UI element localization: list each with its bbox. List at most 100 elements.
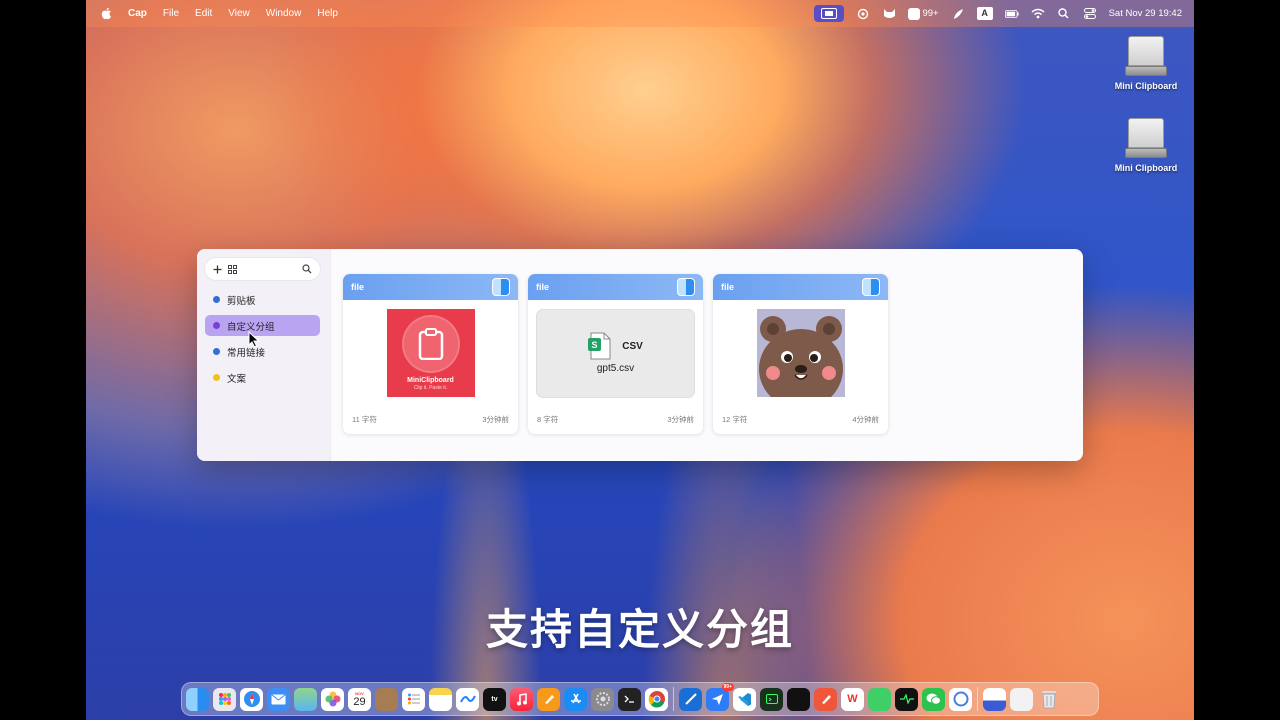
mail-icon[interactable]: [267, 687, 290, 711]
spotlight-search-icon[interactable]: [1057, 8, 1071, 20]
wifi-icon[interactable]: [1031, 8, 1045, 20]
desktop-drive-mini-clipboard-2[interactable]: Mini Clipboard: [1096, 118, 1194, 173]
file-preview: S CSV gpt5.csv: [536, 308, 695, 398]
screenshot-folder-icon[interactable]: [983, 687, 1006, 711]
menu-bar: Cap File Edit View Window Help 99+ A Sat…: [86, 0, 1194, 27]
clip-card[interactable]: file S CSV gpt5.csv 8 字符 3分钟前: [528, 274, 703, 434]
clip-card[interactable]: file MiniClipboard Clip it. Paste it. 11…: [343, 274, 518, 434]
menu-file[interactable]: File: [163, 8, 179, 19]
safari-icon[interactable]: [240, 687, 263, 711]
group-color-dot: [213, 348, 220, 355]
card-footer: 12 字符 4分钟前: [722, 414, 879, 425]
battery-icon[interactable]: [1004, 8, 1019, 20]
sidebar-item-custom-group[interactable]: 自定义分组: [205, 315, 320, 336]
feather-icon[interactable]: [951, 8, 965, 20]
notification-counter[interactable]: 99+: [908, 7, 939, 20]
wps-office-icon[interactable]: W: [841, 687, 864, 711]
svg-text:S: S: [592, 340, 598, 350]
appletv-label: tv: [491, 695, 498, 703]
launchpad-icon[interactable]: [213, 687, 236, 711]
desktop: Cap File Edit View Window Help 99+ A Sat…: [86, 0, 1194, 720]
external-drive-icon: [1125, 118, 1167, 160]
group-color-dot: [213, 322, 220, 329]
file-name: gpt5.csv: [596, 363, 635, 374]
bear-image-thumbnail: [756, 309, 845, 397]
dock: NOV 29 tv 99+ W: [181, 682, 1099, 716]
thumbnail-subtitle: Clip it. Paste it.: [413, 385, 448, 391]
search-icon[interactable]: [302, 264, 312, 274]
group-label: 剪贴板: [227, 295, 256, 307]
group-list: 剪贴板 自定义分组 常用链接 文案: [205, 289, 320, 393]
downloads-stack-icon[interactable]: [1010, 687, 1033, 711]
dock-separator: [977, 687, 978, 711]
menubar-clock[interactable]: Sat Nov 29 19:42: [1109, 8, 1182, 19]
clip-app-icon[interactable]: [868, 687, 891, 711]
calendar-day: 29: [353, 695, 366, 708]
menu-help[interactable]: Help: [317, 8, 338, 19]
openai-icon[interactable]: [856, 8, 870, 20]
apple-tv-icon[interactable]: tv: [483, 687, 506, 711]
desktop-drive-mini-clipboard-1[interactable]: Mini Clipboard: [1096, 36, 1194, 91]
clip-card[interactable]: file 12 字符 4分钟前: [713, 274, 888, 434]
desktop-item-label: Mini Clipboard: [1114, 81, 1178, 91]
code-terminal-icon[interactable]: [760, 687, 783, 711]
file-type-label: CSV: [622, 340, 643, 352]
desktop-item-label: Mini Clipboard: [1114, 163, 1178, 173]
app-store-icon[interactable]: [564, 687, 587, 711]
terminal-icon[interactable]: [618, 687, 641, 711]
paper-plane-app-icon[interactable]: 99+: [706, 682, 734, 711]
vscode-icon[interactable]: [733, 687, 756, 711]
activity-monitor-icon[interactable]: [895, 687, 918, 711]
group-color-dot: [213, 374, 220, 381]
contacts-icon[interactable]: [375, 687, 398, 711]
input-source-indicator[interactable]: A: [976, 7, 993, 20]
video-caption: 支持自定义分组: [485, 606, 794, 653]
mouse-cursor-icon: [248, 331, 260, 348]
menu-edit[interactable]: Edit: [195, 8, 212, 19]
wechat-icon[interactable]: [922, 687, 945, 711]
group-label: 文案: [227, 373, 247, 385]
sidebar-item-copywriting[interactable]: 文案: [205, 367, 320, 388]
card-type-label: file: [351, 282, 365, 292]
copied-time: 3分钟前: [482, 415, 509, 424]
app-menu[interactable]: Cap: [128, 8, 147, 19]
card-preview: MiniClipboard Clip it. Paste it.: [343, 300, 518, 406]
cat-icon[interactable]: [882, 8, 896, 20]
chrome-icon[interactable]: [645, 687, 668, 711]
xcode-icon[interactable]: [679, 687, 702, 711]
group-color-dot: [213, 296, 220, 303]
menu-window[interactable]: Window: [266, 8, 302, 19]
cap-recorder-icon[interactable]: [814, 5, 845, 22]
card-type-label: file: [536, 282, 550, 292]
clipboard-icon: [401, 315, 460, 373]
copied-time: 4分钟前: [852, 415, 879, 424]
pen-app-icon[interactable]: [814, 687, 837, 711]
photos-icon[interactable]: [321, 687, 344, 711]
menu-view[interactable]: View: [228, 8, 250, 19]
goland-icon[interactable]: [787, 687, 810, 711]
grid-view-icon[interactable]: [228, 264, 237, 274]
clipboard-window: 剪贴板 自定义分组 常用链接 文案 file MiniClipboard Cli…: [197, 249, 1083, 461]
trash-icon[interactable]: [1037, 688, 1060, 711]
circle-app-icon[interactable]: [949, 687, 972, 711]
sidebar-item-clipboard[interactable]: 剪贴板: [205, 289, 320, 310]
system-settings-icon[interactable]: [591, 687, 614, 711]
notes-icon[interactable]: [429, 687, 452, 711]
calendar-icon[interactable]: NOV 29: [348, 687, 371, 711]
freeform-icon[interactable]: [456, 687, 479, 711]
reminders-icon[interactable]: [402, 687, 425, 711]
card-header: file: [713, 274, 888, 300]
control-center-icon[interactable]: [1083, 8, 1097, 20]
external-drive-icon: [1125, 36, 1167, 78]
notification-badge: 99+: [721, 682, 734, 691]
maps-icon[interactable]: [294, 687, 317, 711]
apple-menu-icon[interactable]: [100, 7, 112, 20]
finder-app-icon[interactable]: [186, 687, 209, 711]
finder-icon: [492, 278, 510, 296]
music-icon[interactable]: [510, 687, 533, 711]
add-group-icon[interactable]: [213, 265, 222, 274]
pages-icon[interactable]: [537, 687, 560, 711]
bubble-icon: [908, 7, 921, 20]
clip-card-list: file MiniClipboard Clip it. Paste it. 11…: [343, 274, 888, 434]
sidebar-item-common-links[interactable]: 常用链接: [205, 341, 320, 362]
